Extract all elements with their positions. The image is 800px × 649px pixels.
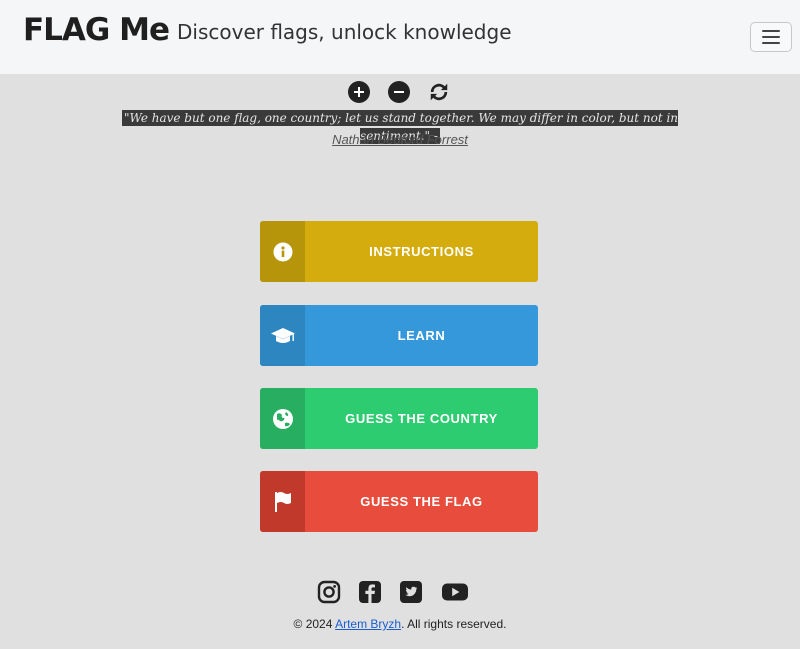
twitter-icon[interactable] [399,580,423,604]
navbar: FLAG Me Discover flags, unlock knowledge [0,0,800,74]
footer: © 2024 Artem Bryzh. All rights reserved. [0,617,800,631]
footer-rights: . All rights reserved. [401,617,507,631]
learn-button[interactable]: LEARN [260,305,538,366]
facebook-icon[interactable] [358,580,382,604]
guess-flag-label: GUESS THE FLAG [360,494,483,509]
brand-logo[interactable]: FLAG Me [23,12,170,48]
instagram-icon[interactable] [317,580,341,604]
plus-circle-icon[interactable] [348,81,370,103]
quote-controls [0,81,800,105]
guess-flag-button[interactable]: GUESS THE FLAG [260,471,538,532]
minus-circle-icon[interactable] [388,81,410,103]
refresh-icon[interactable] [428,81,450,103]
footer-copyright: © 2024 [293,617,336,631]
youtube-icon[interactable] [441,580,469,604]
author-link[interactable]: Artem Bryzh [335,617,401,631]
guess-country-button[interactable]: GUESS THE COUNTRY [260,388,538,449]
tagline: Discover flags, unlock knowledge [177,20,512,44]
instructions-label: INSTRUCTIONS [369,244,474,259]
quote-author-link[interactable]: Nathan Bedford Forrest [0,132,800,147]
globe-icon [260,388,305,449]
guess-country-label: GUESS THE COUNTRY [345,411,498,426]
flag-icon [260,471,305,532]
navbar-toggle-button[interactable] [750,22,792,52]
graduation-cap-icon [260,305,305,366]
social-links [0,580,800,604]
info-icon [260,221,305,282]
learn-label: LEARN [397,328,446,343]
hamburger-icon [762,30,780,32]
instructions-button[interactable]: INSTRUCTIONS [260,221,538,282]
